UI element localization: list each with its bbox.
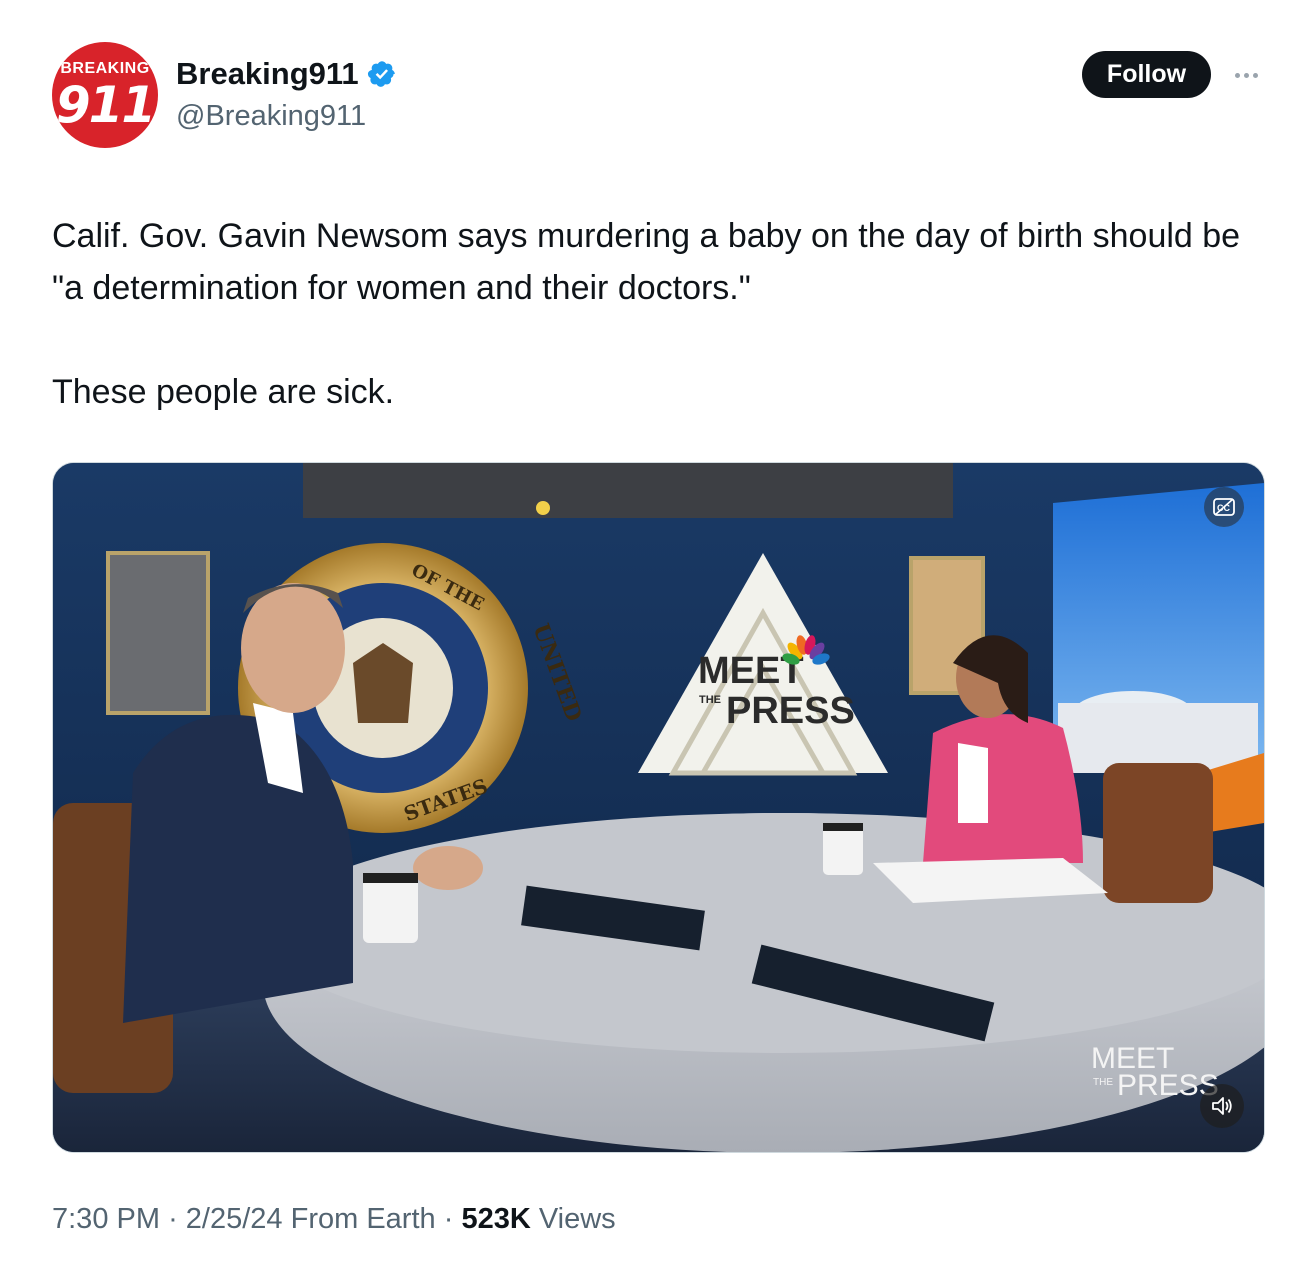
speaker-icon[interactable]: [1200, 1084, 1244, 1128]
views-count: 523K: [461, 1203, 531, 1235]
separator: ·: [443, 1203, 454, 1235]
follow-button[interactable]: Follow: [1082, 51, 1211, 98]
tweet-date[interactable]: 2/25/24: [186, 1203, 283, 1235]
tweet-meta: 7:30 PM · 2/25/24 From Earth · 523K View…: [52, 1203, 616, 1236]
avatar-brand-number: 911: [55, 76, 156, 134]
separator: ·: [168, 1203, 178, 1235]
more-dots-icon[interactable]: [1226, 60, 1266, 90]
display-name-row[interactable]: Breaking911: [176, 56, 397, 92]
dot: [1234, 72, 1240, 78]
views-label: Views: [538, 1203, 616, 1235]
display-name[interactable]: Breaking911: [176, 56, 359, 92]
dot: [1252, 72, 1258, 78]
screen-logo-bottom: PRESS: [726, 690, 855, 732]
tweet-time[interactable]: 7:30 PM: [52, 1203, 160, 1235]
dot: [1243, 72, 1249, 78]
tweet-location: From Earth: [290, 1203, 436, 1235]
account-handle[interactable]: @Breaking911: [176, 100, 366, 133]
avatar[interactable]: BREAKING 911: [52, 42, 158, 148]
tweet-paragraph: These people are sick.: [52, 373, 395, 411]
screen-logo-the: THE: [699, 694, 721, 706]
tweet-text: Calif. Gov. Gavin Newsom says murdering …: [52, 210, 1262, 418]
video-player[interactable]: OF THE UNITED STATES MEET THE PRESS MEET…: [52, 462, 1265, 1153]
verified-badge-icon: [367, 61, 395, 87]
watermark-the: THE: [1093, 1077, 1113, 1088]
video-frame: OF THE UNITED STATES MEET THE PRESS MEET…: [53, 463, 1264, 1152]
closed-captions-off-icon[interactable]: CC: [1204, 487, 1244, 527]
tweet-paragraph: Calif. Gov. Gavin Newsom says murdering …: [52, 217, 1241, 307]
